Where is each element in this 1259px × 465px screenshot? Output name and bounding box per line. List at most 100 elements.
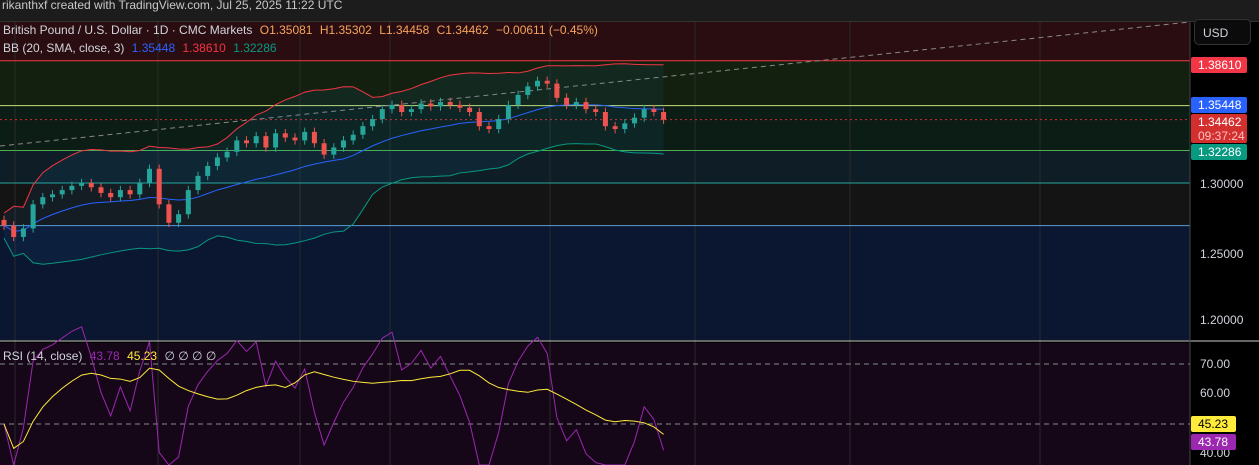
- ohlc-open: O1.35081: [259, 23, 313, 37]
- candle-body: [79, 183, 85, 186]
- candle-body: [20, 228, 26, 237]
- rsi-tag: 43.78: [1191, 434, 1236, 450]
- candle-body: [205, 165, 211, 176]
- candle-body: [166, 204, 172, 223]
- candle-body: [554, 83, 560, 98]
- candle-body: [282, 133, 288, 138]
- candle-body: [573, 102, 579, 105]
- bb-basis-tag: 1.35448: [1191, 97, 1247, 113]
- candle-body: [476, 112, 482, 127]
- candle-body: [137, 183, 143, 195]
- candle-body: [486, 126, 492, 130]
- candle-body: [302, 131, 308, 141]
- price-tick: 1.25000: [1200, 247, 1244, 261]
- candle-body: [59, 190, 65, 195]
- candle-body: [273, 133, 279, 148]
- candle-body: [147, 168, 152, 183]
- candle-body: [108, 192, 114, 198]
- candle-body: [244, 140, 249, 144]
- candle-body: [69, 185, 75, 191]
- ohlc-close: C1.34462: [436, 23, 489, 37]
- last-price: 1.34462: [1198, 115, 1242, 129]
- candle-body: [253, 136, 259, 144]
- candle-body: [418, 103, 424, 110]
- candle-body: [641, 109, 647, 118]
- candle-body: [408, 109, 414, 112]
- candle-body: [263, 136, 269, 148]
- candle-body: [447, 102, 453, 105]
- candle-body: [11, 225, 17, 237]
- candle-body: [602, 112, 608, 127]
- candle-body: [292, 137, 298, 141]
- rsi-ma-tag: 45.23: [1191, 416, 1236, 432]
- ohlc-change: −0.00611 (−0.45%): [496, 23, 598, 37]
- candle-body: [117, 190, 123, 198]
- currency-button[interactable]: USD: [1194, 19, 1251, 45]
- rsi-extra-values: ∅ ∅ ∅ ∅: [164, 349, 217, 363]
- bb-basis-value: 1.35448: [131, 41, 176, 55]
- candle-body: [622, 123, 628, 130]
- candle-body: [30, 204, 36, 229]
- ohlc-high: H1.35302: [319, 23, 372, 37]
- price-tick: 1.30000: [1200, 177, 1244, 191]
- price-chart[interactable]: [0, 0, 1259, 465]
- candle-body: [399, 104, 405, 112]
- ohlc-low: L1.34458: [379, 23, 430, 37]
- candle-body: [331, 147, 337, 155]
- candle-body: [40, 197, 46, 205]
- candle-body: [535, 80, 540, 87]
- candle-body: [428, 103, 434, 107]
- candle-body: [98, 187, 104, 193]
- candle-body: [185, 190, 191, 215]
- candle-body: [214, 157, 220, 166]
- candle-body: [176, 214, 182, 223]
- candle-body: [593, 109, 599, 112]
- candle-body: [544, 80, 550, 84]
- candle-body: [224, 151, 230, 158]
- bb-lower-value: 1.32286: [233, 41, 277, 55]
- bb-upper-tag: 1.38610: [1191, 57, 1247, 73]
- symbol-legend: British Pound / U.S. Dollar · 1D · CMC M…: [3, 23, 602, 37]
- candle-body: [389, 104, 395, 110]
- candle-body: [515, 94, 521, 105]
- candle-body: [195, 175, 201, 191]
- candle-body: [564, 97, 570, 105]
- candle-body: [632, 117, 637, 124]
- bb-legend: BB (20, SMA, close, 3) 1.35448 1.38610 1…: [3, 41, 281, 55]
- candle-body: [350, 134, 356, 141]
- candle-body: [438, 102, 443, 107]
- candle-body: [505, 104, 511, 120]
- rsi-ma-value: 45.23: [127, 349, 158, 363]
- candle-body: [370, 119, 376, 127]
- rsi-tick: 70.00: [1200, 357, 1231, 371]
- candle-body: [311, 131, 317, 144]
- candle-body: [127, 190, 133, 195]
- candle-body: [321, 143, 327, 155]
- candle-body: [379, 109, 385, 120]
- candle-body: [661, 112, 667, 120]
- bb-label[interactable]: BB (20, SMA, close, 3): [3, 41, 124, 55]
- last-price-tag: 1.34462 09:37:24: [1191, 114, 1247, 143]
- rsi-label[interactable]: RSI (14, close): [3, 349, 82, 363]
- candle-body: [496, 119, 502, 130]
- candle-body: [341, 140, 346, 148]
- candle-body: [525, 86, 531, 95]
- candle-body: [467, 107, 473, 112]
- bb-lower-tag: 1.32286: [1191, 144, 1247, 160]
- candle-body: [360, 126, 366, 135]
- candle-body: [50, 194, 55, 198]
- candle-body: [156, 168, 162, 205]
- bar-countdown: 09:37:24: [1198, 129, 1245, 143]
- candle-body: [457, 104, 463, 108]
- candle-body: [1, 219, 7, 226]
- rsi-tick: 60.00: [1200, 386, 1231, 400]
- currency-label: USD: [1203, 26, 1229, 40]
- rsi-value: 43.78: [89, 349, 120, 363]
- candle-body: [612, 126, 618, 130]
- bb-upper-value: 1.38610: [182, 41, 226, 55]
- rsi-legend: RSI (14, close) 43.78 45.23 ∅ ∅ ∅ ∅: [3, 349, 220, 363]
- candle-body: [88, 183, 94, 188]
- symbol-title[interactable]: British Pound / U.S. Dollar · 1D · CMC M…: [3, 23, 252, 37]
- price-tick: 1.20000: [1200, 313, 1244, 327]
- candle-body: [234, 140, 240, 152]
